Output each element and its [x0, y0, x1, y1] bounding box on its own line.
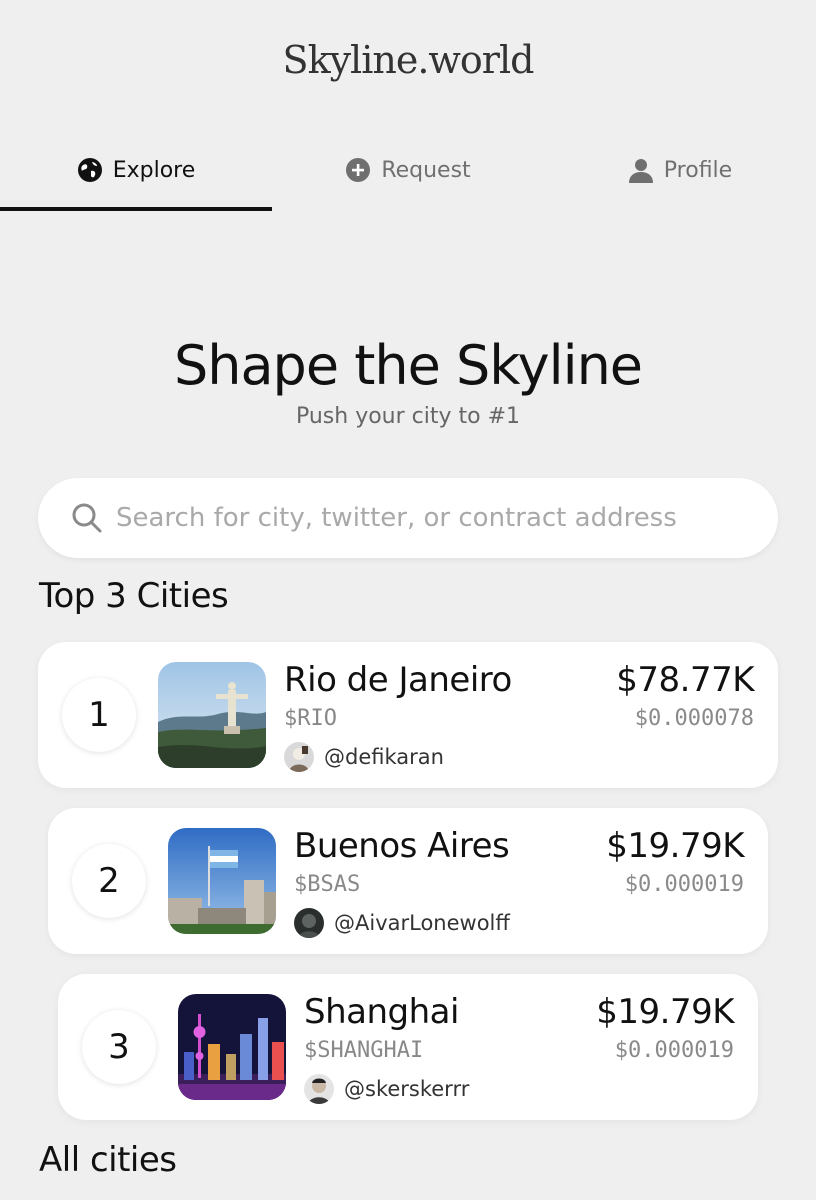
tab-request-label: Request: [381, 157, 471, 183]
city-card-buenos-aires[interactable]: 2 Buenos Aires $BSAS @AivarLonewolff $19…: [48, 808, 768, 954]
search-icon: [70, 501, 104, 535]
search-input[interactable]: [114, 502, 758, 534]
token-price: $0.000019: [614, 1038, 734, 1063]
user-icon: [628, 157, 654, 183]
token-price: $0.000019: [624, 872, 744, 897]
city-ticker: $BSAS: [294, 872, 361, 897]
city-name: Shanghai: [304, 992, 459, 1032]
market-cap: $19.79K: [596, 992, 734, 1032]
city-ticker: $RIO: [284, 706, 337, 731]
plus-circle-icon: [345, 157, 371, 183]
owner-handle[interactable]: @defikaran: [324, 745, 444, 769]
tab-explore[interactable]: Explore: [0, 132, 272, 208]
active-tab-indicator: [0, 207, 272, 211]
all-cities-heading: All cities: [39, 1140, 177, 1180]
city-name: Rio de Janeiro: [284, 660, 512, 700]
tab-explore-label: Explore: [112, 157, 196, 183]
owner-handle[interactable]: @skerskerrr: [344, 1077, 469, 1101]
city-image: [158, 662, 266, 768]
page-title: Shape the Skyline: [173, 334, 643, 397]
tab-bar: Explore Request Profile: [0, 132, 816, 212]
avatar: [284, 742, 314, 772]
page-subtitle: Push your city to #1: [295, 404, 521, 429]
city-owner[interactable]: @defikaran: [284, 742, 444, 772]
city-name: Buenos Aires: [294, 826, 510, 866]
city-image: [168, 828, 276, 934]
brand-logo[interactable]: Skyline.world: [0, 38, 816, 82]
city-owner[interactable]: @skerskerrr: [304, 1074, 469, 1104]
market-cap: $78.77K: [616, 660, 754, 700]
city-owner[interactable]: @AivarLonewolff: [294, 908, 510, 938]
search-bar[interactable]: [38, 478, 778, 558]
avatar: [304, 1074, 334, 1104]
city-image: [178, 994, 286, 1100]
top-cities-heading: Top 3 Cities: [39, 576, 229, 616]
city-ticker: $SHANGHAI: [304, 1038, 424, 1063]
globe-icon: [77, 157, 103, 183]
owner-handle[interactable]: @AivarLonewolff: [334, 911, 510, 935]
avatar: [294, 908, 324, 938]
tab-request[interactable]: Request: [272, 132, 544, 208]
tab-profile-label: Profile: [663, 157, 733, 183]
tab-profile[interactable]: Profile: [544, 132, 816, 208]
rank-badge: 2: [72, 844, 146, 918]
token-price: $0.000078: [634, 706, 754, 731]
city-card-shanghai[interactable]: 3 Shanghai $SHANGHAI @skerskerrr $19.79K…: [58, 974, 758, 1120]
market-cap: $19.79K: [606, 826, 744, 866]
rank-badge: 3: [82, 1010, 156, 1084]
rank-badge: 1: [62, 678, 136, 752]
city-card-rio[interactable]: 1 Rio de Janeiro $RIO @defikaran $78.77K…: [38, 642, 778, 788]
